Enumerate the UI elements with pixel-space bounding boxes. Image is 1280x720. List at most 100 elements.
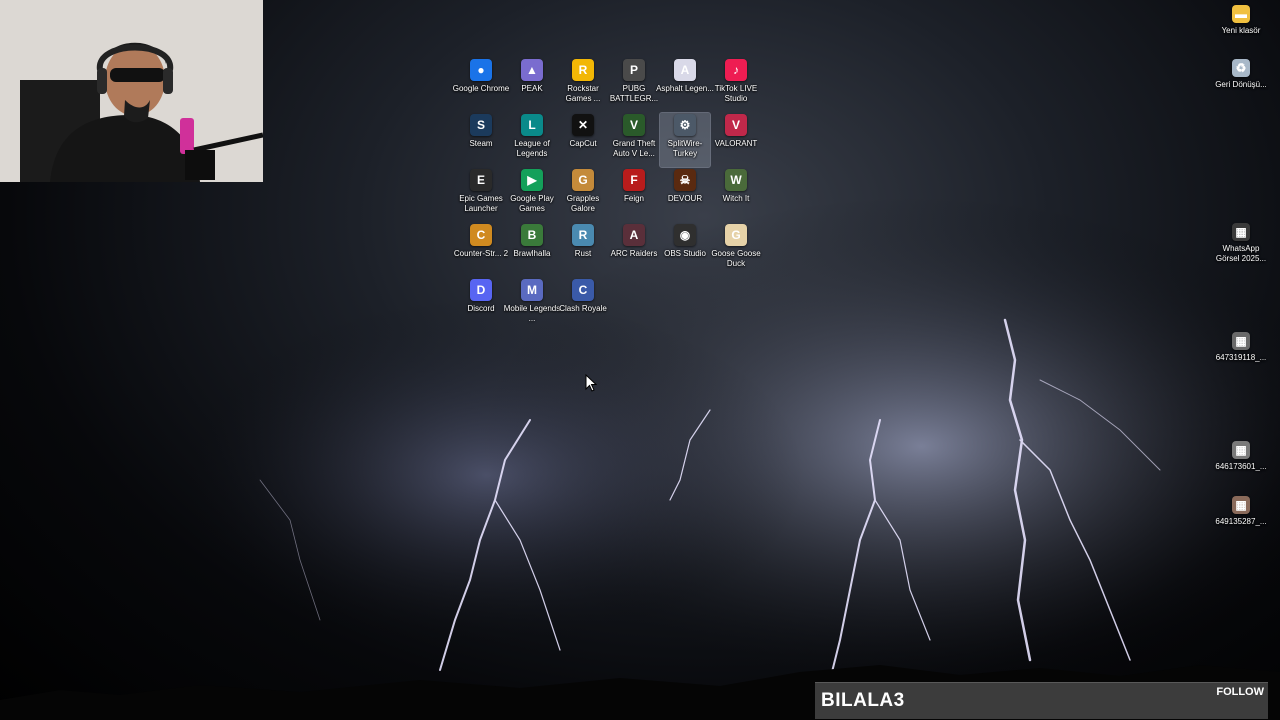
asphalt-icon: A <box>674 59 696 81</box>
desktop-icon-label: ARC Raiders <box>610 249 658 258</box>
desktop-icon[interactable]: ▦ WhatsApp Görsel 2025... <box>1216 222 1266 276</box>
desktop-icon-label: PEAK <box>521 84 543 93</box>
webcam-overlay <box>0 0 263 182</box>
desktop-icon[interactable]: ▦ 649135287_... <box>1215 495 1267 549</box>
desktop-icon-label: Geri Dönüşü... <box>1215 80 1267 89</box>
desktop-icon[interactable]: ◉ OBS Studio <box>660 223 710 277</box>
rust-icon: R <box>572 224 594 246</box>
stream-overlay-bar: BILALA3 FOLLOW <box>815 682 1268 719</box>
recycle-bin-icon: ♻ <box>1232 59 1250 77</box>
desktop-icon-label: Discord <box>467 304 495 313</box>
desktop-icon-label: OBS Studio <box>664 249 706 258</box>
desktop-icon[interactable]: ▶ Google Play Games <box>507 168 557 222</box>
streamer-name: BILALA3 <box>821 690 905 711</box>
arc-raiders-icon: A <box>623 224 645 246</box>
steam-icon: S <box>470 114 492 136</box>
peak-icon: ▲ <box>521 59 543 81</box>
desktop-icon[interactable]: R Rust <box>558 223 608 277</box>
desktop-icon[interactable]: ▬ Yeni klasör <box>1216 4 1266 58</box>
desktop-icon-label: Grand Theft Auto V Le... <box>612 139 656 158</box>
desktop-icon[interactable]: ♪ TikTok LIVE Studio <box>711 58 761 112</box>
desktop-icon-label: Counter-Str... 2 <box>453 249 509 258</box>
desktop-icon-label: Feign <box>623 194 644 203</box>
desktop-icon-label: 647319118_... <box>1215 353 1267 362</box>
desktop-icon[interactable]: ♻ Geri Dönüşü... <box>1215 58 1267 112</box>
desktop-icon[interactable]: ● Google Chrome <box>453 58 509 112</box>
desktop-icon[interactable]: F Feign <box>609 168 659 222</box>
desktop-icon[interactable]: R Rockstar Games ... <box>558 58 608 112</box>
desktop-icon[interactable]: B Brawlhalla <box>507 223 557 277</box>
brawlhalla-icon: B <box>521 224 543 246</box>
desktop-icon-label: Epic Games Launcher <box>459 194 503 213</box>
image-file-icon: ▦ <box>1232 332 1250 350</box>
desktop-icon[interactable]: ▲ PEAK <box>507 58 557 112</box>
league-icon: L <box>521 114 543 136</box>
desktop-icon-label: 646173601_... <box>1215 462 1267 471</box>
desktop-icon[interactable]: C Clash Royale <box>558 278 608 332</box>
desktop-icon-label: Yeni klasör <box>1221 26 1261 35</box>
desktop-icon-label: Witch It <box>722 194 750 203</box>
desktop-icon[interactable]: ▦ 646173601_... <box>1215 440 1267 494</box>
desktop-icon[interactable]: L League of Legends <box>507 113 557 167</box>
desktop-icon-label: 649135287_... <box>1215 517 1267 526</box>
desktop-icon-label: CapCut <box>569 139 597 148</box>
desktop-icon[interactable]: C Counter-Str... 2 <box>454 223 508 277</box>
desktop-icon-label: PUBG BATTLEGR... <box>609 84 659 103</box>
desktop-icon-label: DEVOUR <box>667 194 703 203</box>
pubg-icon: P <box>623 59 645 81</box>
mouse-pointer-icon <box>585 374 597 392</box>
desktop-icon-label: Goose Goose Duck <box>711 249 761 268</box>
desktop-icon[interactable]: E Epic Games Launcher <box>456 168 506 222</box>
desktop-icon-label: Steam <box>469 139 493 148</box>
desktop-icon[interactable]: W Witch It <box>711 168 761 222</box>
desktop-icon-label: League of Legends <box>514 139 550 158</box>
goose-duck-icon: G <box>725 224 747 246</box>
desktop-icon-label: Rockstar Games ... <box>565 84 601 103</box>
obs-icon: ◉ <box>674 224 696 246</box>
image-file-icon: ▦ <box>1232 441 1250 459</box>
witch-it-icon: W <box>725 169 747 191</box>
feign-icon: F <box>623 169 645 191</box>
desktop-icon[interactable]: ☠ DEVOUR <box>660 168 710 222</box>
desktop-icon[interactable]: M Mobile Legends ... <box>504 278 560 332</box>
tiktok-icon: ♪ <box>725 59 747 81</box>
desktop-icon[interactable]: S Steam <box>456 113 506 167</box>
valorant-icon: V <box>725 114 747 136</box>
desktop-icon-label: Rust <box>574 249 592 258</box>
mobile-legends-icon: M <box>521 279 543 301</box>
clash-royale-icon: C <box>572 279 594 301</box>
desktop-icon[interactable]: P PUBG BATTLEGR... <box>609 58 659 112</box>
desktop-icon[interactable]: A Asphalt Legen... <box>656 58 714 112</box>
grapples-icon: G <box>572 169 594 191</box>
desktop-icon-label: Asphalt Legen... <box>656 84 714 93</box>
desktop-icon-label: VALORANT <box>714 139 758 148</box>
image-file-icon: ▦ <box>1232 496 1250 514</box>
desktop-icon[interactable]: D Discord <box>456 278 506 332</box>
desktop-icon-label: Clash Royale <box>559 304 607 313</box>
desktop-icon-label: WhatsApp Görsel 2025... <box>1215 244 1267 263</box>
desktop-icon[interactable]: A ARC Raiders <box>609 223 659 277</box>
discord-icon: D <box>470 279 492 301</box>
rockstar-icon: R <box>572 59 594 81</box>
epic-icon: E <box>470 169 492 191</box>
desktop-icon-label: Google Chrome <box>452 84 510 93</box>
desktop-icon[interactable]: G Grapples Galore <box>558 168 608 222</box>
desktop-icon[interactable]: ✕ CapCut <box>558 113 608 167</box>
image-file-icon: ▦ <box>1232 223 1250 241</box>
desktop-icon[interactable]: ⚙ SplitWire-Turkey <box>659 112 711 168</box>
follow-button[interactable]: FOLLOW <box>1216 686 1264 698</box>
desktop-icon-label: Google Play Games <box>510 194 554 213</box>
gta-icon: V <box>623 114 645 136</box>
streamer-camera-feed <box>0 0 263 182</box>
desktop-icon[interactable]: G Goose Goose Duck <box>711 223 761 277</box>
desktop-icon[interactable]: V Grand Theft Auto V Le... <box>609 113 659 167</box>
chrome-icon: ● <box>470 59 492 81</box>
desktop-icon-label: Mobile Legends ... <box>503 304 561 323</box>
desktop-icon-label: Brawlhalla <box>513 249 551 258</box>
desktop-icon-label: TikTok LIVE Studio <box>714 84 758 103</box>
desktop-icon-label: SplitWire-Turkey <box>667 139 703 158</box>
desktop-icon[interactable]: V VALORANT <box>711 113 761 167</box>
folder-icon: ▬ <box>1232 5 1250 23</box>
desktop-icon[interactable]: ▦ 647319118_... <box>1216 331 1266 385</box>
capcut-icon: ✕ <box>572 114 594 136</box>
